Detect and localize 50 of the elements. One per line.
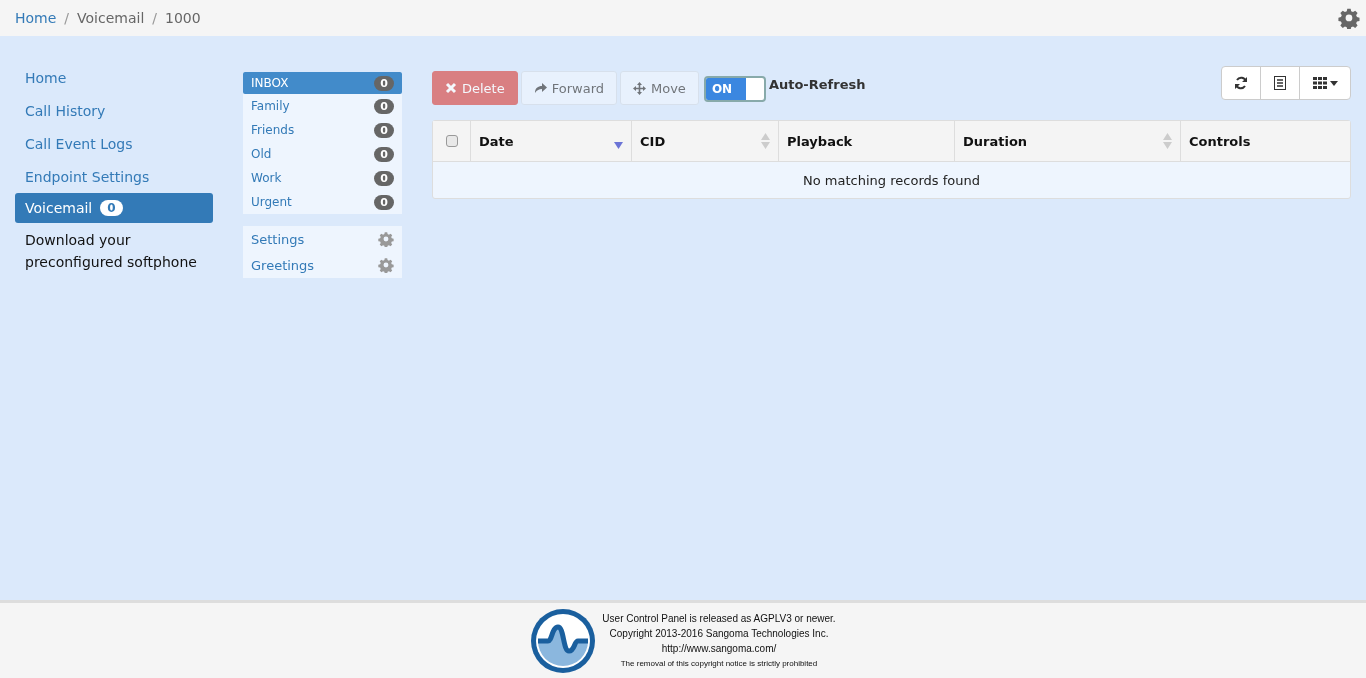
count-badge: 0 bbox=[374, 98, 394, 114]
nav-item[interactable]: Home bbox=[15, 61, 213, 94]
column-header[interactable]: Duration bbox=[954, 121, 1180, 161]
logo-icon bbox=[530, 607, 597, 674]
move-icon bbox=[633, 81, 646, 95]
toggle-label: Auto-Refresh bbox=[768, 77, 866, 92]
folder-item[interactable]: Family 0 bbox=[243, 94, 402, 118]
column-header[interactable]: Date bbox=[470, 121, 631, 161]
close-icon bbox=[445, 82, 457, 94]
count-badge: 0 bbox=[374, 122, 394, 138]
count-badge: 0 bbox=[100, 200, 123, 216]
settings-item[interactable]: Settings bbox=[243, 226, 402, 252]
breadcrumb-separator: / bbox=[151, 10, 159, 26]
breadcrumb-link[interactable]: Home bbox=[15, 10, 57, 26]
gear-icon bbox=[378, 257, 394, 273]
folder-item[interactable]: Friends 0 bbox=[243, 118, 402, 142]
checkbox[interactable] bbox=[445, 135, 458, 147]
settings-item[interactable]: Greetings bbox=[243, 252, 402, 278]
count-badge: 0 bbox=[374, 170, 394, 186]
nav-item[interactable]: Call History bbox=[15, 94, 213, 127]
breadcrumb-text: 1000 bbox=[165, 10, 201, 26]
breadcrumb-text: Voicemail bbox=[77, 10, 145, 26]
gear-icon bbox=[378, 231, 394, 247]
column-header[interactable]: Controls bbox=[1180, 121, 1350, 161]
nav-item[interactable]: Voicemail 0 bbox=[15, 193, 213, 223]
folder-item[interactable]: Urgent 0 bbox=[243, 190, 402, 214]
toggle-switch[interactable]: ON bbox=[703, 76, 766, 102]
nav-item[interactable]: Endpoint Settings bbox=[15, 160, 213, 193]
folder-item[interactable]: Work 0 bbox=[243, 166, 402, 190]
footer-link[interactable]: http://www.sangoma.com/ bbox=[661, 640, 777, 656]
grid-icon bbox=[1312, 77, 1327, 89]
list-icon bbox=[1274, 76, 1286, 90]
breadcrumb-separator: / bbox=[63, 10, 71, 26]
footer-text: User Control Panel is released as AGPLV3 or newer. bbox=[602, 611, 836, 626]
column-header[interactable]: Playback bbox=[778, 121, 954, 161]
softphone-link[interactable]: Download your preconfigured softphone bbox=[15, 223, 213, 279]
settings-icon[interactable] bbox=[1338, 7, 1360, 29]
folder-item[interactable]: Old 0 bbox=[243, 142, 402, 166]
count-badge: 0 bbox=[374, 146, 394, 162]
footer-text: Copyright 2013-2016 Sangoma Technologies Inc. bbox=[609, 626, 829, 641]
arrow-icon bbox=[533, 82, 547, 94]
footer-text: The removal of this copyright notice is strictly prohibited bbox=[620, 657, 818, 670]
count-badge: 0 bbox=[374, 194, 394, 210]
count-badge: 0 bbox=[374, 75, 394, 91]
refresh-icon bbox=[1234, 76, 1248, 90]
column-header[interactable]: CID bbox=[631, 121, 778, 161]
empty-message: No matching records found bbox=[802, 171, 981, 190]
caret-icon bbox=[1329, 80, 1338, 86]
folder-item[interactable]: INBOX 0 bbox=[243, 72, 402, 94]
nav-item[interactable]: Call Event Logs bbox=[15, 127, 213, 160]
